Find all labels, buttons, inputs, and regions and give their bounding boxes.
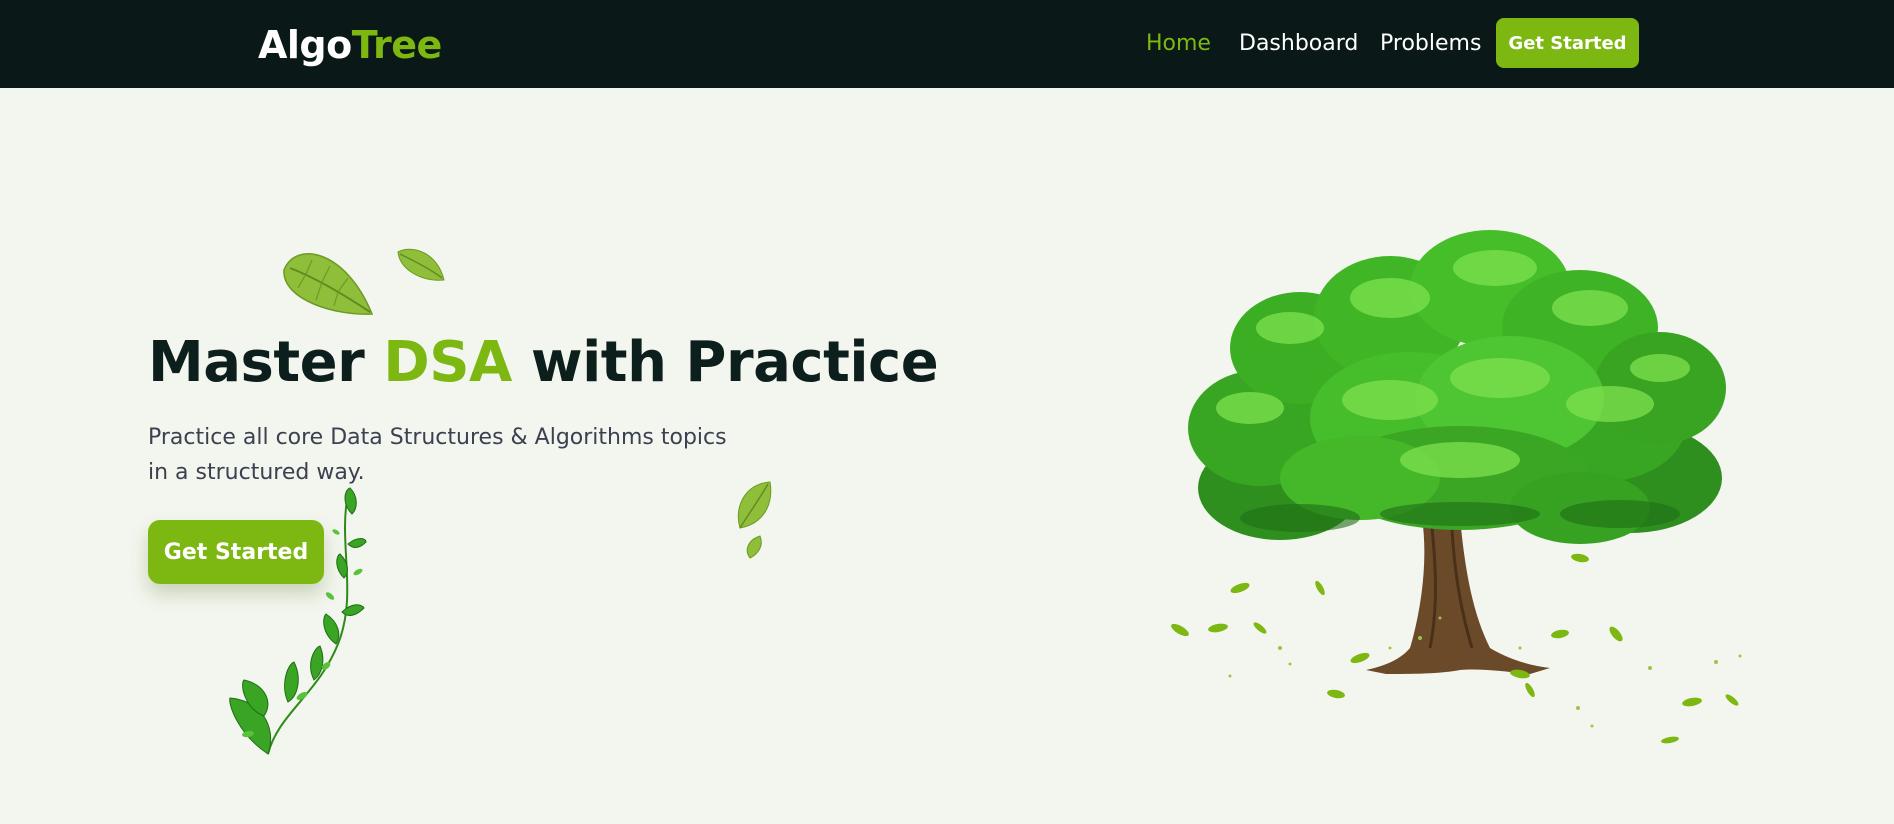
hero-title: Master DSA with Practice — [148, 328, 939, 398]
leaf-icon — [283, 253, 374, 315]
nav-get-started-button[interactable]: Get Started — [1496, 18, 1639, 68]
hero-title-part2: with Practice — [511, 330, 939, 395]
leaf-icon — [737, 481, 772, 559]
top-navbar: AlgoTree Home Dashboard Problems Get Sta… — [0, 0, 1894, 88]
hero-subtitle: Practice all core Data Structures & Algo… — [148, 425, 727, 485]
leaf-icon — [397, 248, 445, 281]
tree-illustration — [1171, 230, 1742, 744]
nav-link-problems[interactable]: Problems — [1380, 28, 1481, 60]
nav-link-dashboard[interactable]: Dashboard — [1239, 28, 1358, 60]
leaf-vine-icon — [229, 487, 367, 755]
algotree-logo[interactable]: AlgoTree — [258, 22, 442, 68]
nav-link-home[interactable]: Home — [1146, 28, 1211, 60]
logo-text-algo: Algo — [258, 23, 352, 67]
logo-text-tree: Tree — [351, 23, 443, 67]
hero-title-accent: DSA — [383, 330, 512, 395]
hero-title-part1: Master — [148, 330, 384, 395]
